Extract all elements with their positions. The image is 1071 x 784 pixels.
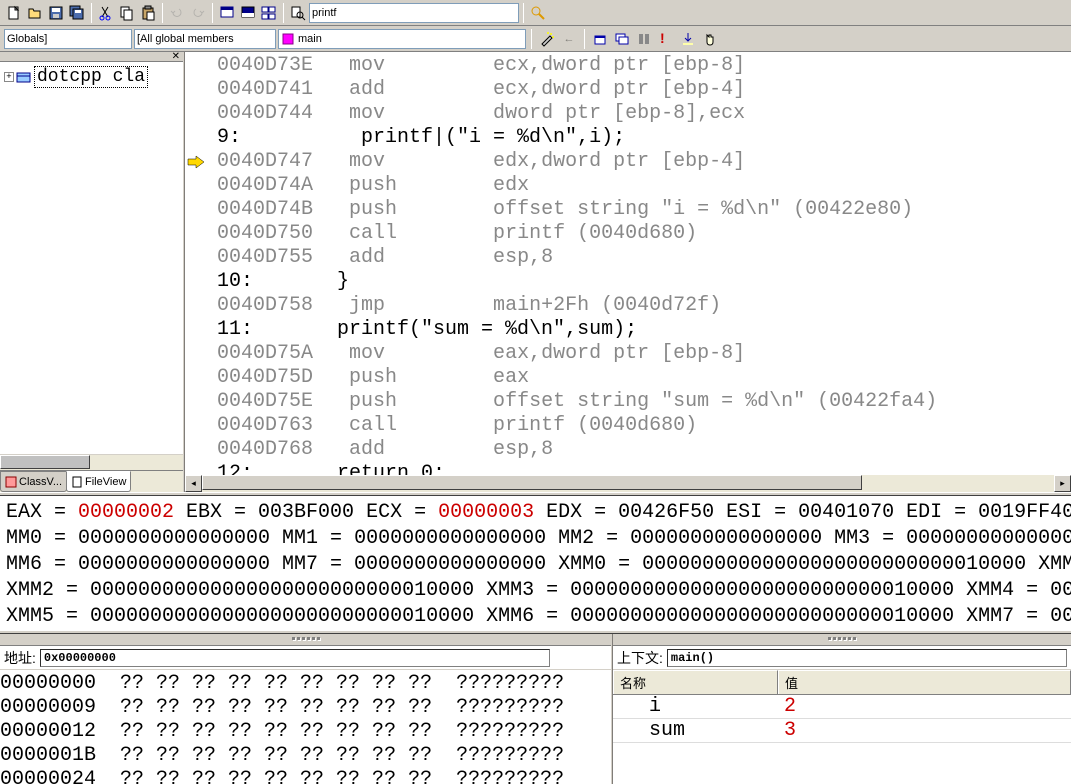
window-list-icon[interactable] bbox=[259, 3, 279, 23]
step-into-icon[interactable] bbox=[678, 29, 698, 49]
code-line[interactable]: 0040D741 add ecx,dword ptr [ebp-4] bbox=[193, 78, 1071, 102]
grip-memory[interactable] bbox=[0, 634, 611, 646]
watch-col-name[interactable]: 名称 bbox=[613, 670, 778, 694]
scope-toolbar: main ← ! bbox=[0, 26, 1071, 52]
output-icon[interactable] bbox=[238, 3, 258, 23]
members-combo[interactable] bbox=[134, 29, 276, 49]
code-line[interactable]: 0040D755 add esp,8 bbox=[193, 246, 1071, 270]
code-line[interactable]: 0040D768 add esp,8 bbox=[193, 438, 1071, 462]
code-line[interactable]: 12: return 0: bbox=[193, 462, 1071, 475]
cut-icon[interactable] bbox=[96, 3, 116, 23]
tree-root-node[interactable]: + dotcpp cla bbox=[4, 66, 179, 88]
memory-row: 00000000 ?? ?? ?? ?? ?? ?? ?? ?? ?? ????… bbox=[0, 672, 611, 696]
watch-panel: 上下文: 名称 值 i2sum3 bbox=[613, 634, 1071, 784]
tree-root-label[interactable]: dotcpp cla bbox=[34, 66, 148, 88]
workspace-icon[interactable] bbox=[217, 3, 237, 23]
code-line[interactable]: 0040D74B push offset string "i = %d\n" (… bbox=[193, 198, 1071, 222]
context-label: 上下文: bbox=[617, 648, 663, 668]
watch-var-value: 2 bbox=[778, 695, 1071, 718]
code-line[interactable]: 10: } bbox=[193, 270, 1071, 294]
stop-build-icon[interactable] bbox=[634, 29, 654, 49]
memory-address-input[interactable] bbox=[40, 649, 550, 667]
panel-tabs: ClassV... FileView bbox=[0, 470, 183, 492]
save-all-icon[interactable] bbox=[67, 3, 87, 23]
watch-header-row: 名称 值 bbox=[613, 670, 1071, 695]
globals-combo[interactable] bbox=[4, 29, 132, 49]
code-line[interactable]: 0040D75E push offset string "sum = %d\n"… bbox=[193, 390, 1071, 414]
watch-col-value[interactable]: 值 bbox=[778, 670, 1071, 694]
wizard-icon[interactable] bbox=[537, 29, 557, 49]
registers-panel[interactable]: EAX = 00000002 EBX = 003BF000 ECX = 0000… bbox=[0, 496, 1071, 630]
code-line[interactable]: 0040D744 mov dword ptr [ebp-8],ecx bbox=[193, 102, 1071, 126]
find-icon[interactable] bbox=[528, 3, 548, 23]
scroll-right-icon[interactable]: ▸ bbox=[1054, 475, 1071, 492]
go-icon[interactable]: ! bbox=[656, 29, 676, 49]
svg-text:!: ! bbox=[660, 31, 665, 46]
code-line[interactable]: 0040D747 mov edx,dword ptr [ebp-4] bbox=[193, 150, 1071, 174]
watch-row[interactable]: i2 bbox=[613, 695, 1071, 719]
code-line[interactable]: 0040D750 call printf (0040d680) bbox=[193, 222, 1071, 246]
code-body[interactable]: 0040D73E mov ecx,dword ptr [ebp-8] 0040D… bbox=[185, 52, 1071, 475]
build-all-icon[interactable] bbox=[612, 29, 632, 49]
function-icon bbox=[281, 32, 295, 46]
watch-var-value: 3 bbox=[778, 719, 1071, 742]
class-view-panel: ✕ + dotcpp cla ClassV... FileView bbox=[0, 52, 185, 492]
tree-hscroll[interactable] bbox=[0, 454, 183, 470]
bottom-area: 地址: 00000000 ?? ?? ?? ?? ?? ?? ?? ?? ?? … bbox=[0, 634, 1071, 784]
back-icon[interactable]: ← bbox=[559, 29, 579, 49]
find-in-files-icon[interactable] bbox=[288, 3, 308, 23]
watch-var-name: sum bbox=[613, 719, 778, 742]
watch-var-name: i bbox=[613, 695, 778, 718]
memory-panel: 地址: 00000000 ?? ?? ?? ?? ?? ?? ?? ?? ?? … bbox=[0, 634, 613, 784]
close-panel-icon[interactable]: ✕ bbox=[172, 51, 183, 62]
expand-icon[interactable]: + bbox=[4, 72, 14, 82]
function-combo-text[interactable]: main bbox=[298, 33, 322, 45]
project-icon bbox=[16, 70, 32, 84]
code-line[interactable]: 9: printf|("i = %d\n",i); bbox=[193, 126, 1071, 150]
watch-row[interactable]: sum3 bbox=[613, 719, 1071, 743]
breakpoint-hand-icon[interactable] bbox=[700, 29, 720, 49]
tab-classview[interactable]: ClassV... bbox=[0, 471, 67, 492]
search-combo[interactable] bbox=[309, 3, 519, 23]
code-line[interactable]: 0040D758 jmp main+2Fh (0040d72f) bbox=[193, 294, 1071, 318]
copy-icon[interactable] bbox=[117, 3, 137, 23]
code-line[interactable]: 0040D763 call printf (0040d680) bbox=[193, 414, 1071, 438]
main-area: ✕ + dotcpp cla ClassV... FileView 0040D7… bbox=[0, 52, 1071, 492]
code-line[interactable]: 0040D75A mov eax,dword ptr [ebp-8] bbox=[193, 342, 1071, 366]
memory-row: 0000001B ?? ?? ?? ?? ?? ?? ?? ?? ?? ????… bbox=[0, 744, 611, 768]
tree-area[interactable]: + dotcpp cla bbox=[0, 62, 183, 454]
build-icon[interactable] bbox=[590, 29, 610, 49]
scroll-left-icon[interactable]: ◂ bbox=[185, 475, 202, 492]
code-line[interactable]: 11: printf("sum = %d\n",sum); bbox=[193, 318, 1071, 342]
redo-icon[interactable] bbox=[188, 3, 208, 23]
code-line[interactable]: 0040D74A push edx bbox=[193, 174, 1071, 198]
memory-row: 00000012 ?? ?? ?? ?? ?? ?? ?? ?? ?? ????… bbox=[0, 720, 611, 744]
save-icon[interactable] bbox=[46, 3, 66, 23]
disassembly-panel: 0040D73E mov ecx,dword ptr [ebp-8] 0040D… bbox=[185, 52, 1071, 492]
undo-icon[interactable] bbox=[167, 3, 187, 23]
tab-fileview[interactable]: FileView bbox=[66, 471, 131, 492]
code-line[interactable]: 0040D75D push eax bbox=[193, 366, 1071, 390]
memory-address-label: 地址: bbox=[4, 648, 36, 668]
open-file-icon[interactable] bbox=[25, 3, 45, 23]
context-input[interactable] bbox=[667, 649, 1067, 667]
memory-body[interactable]: 00000000 ?? ?? ?? ?? ?? ?? ?? ?? ?? ????… bbox=[0, 670, 611, 784]
paste-icon[interactable] bbox=[138, 3, 158, 23]
grip-watch[interactable] bbox=[613, 634, 1071, 646]
memory-row: 00000009 ?? ?? ?? ?? ?? ?? ?? ?? ?? ????… bbox=[0, 696, 611, 720]
main-toolbar bbox=[0, 0, 1071, 26]
code-hscroll[interactable]: ◂ ▸ bbox=[185, 475, 1071, 492]
new-file-icon[interactable] bbox=[4, 3, 24, 23]
code-line[interactable]: 0040D73E mov ecx,dword ptr [ebp-8] bbox=[193, 54, 1071, 78]
